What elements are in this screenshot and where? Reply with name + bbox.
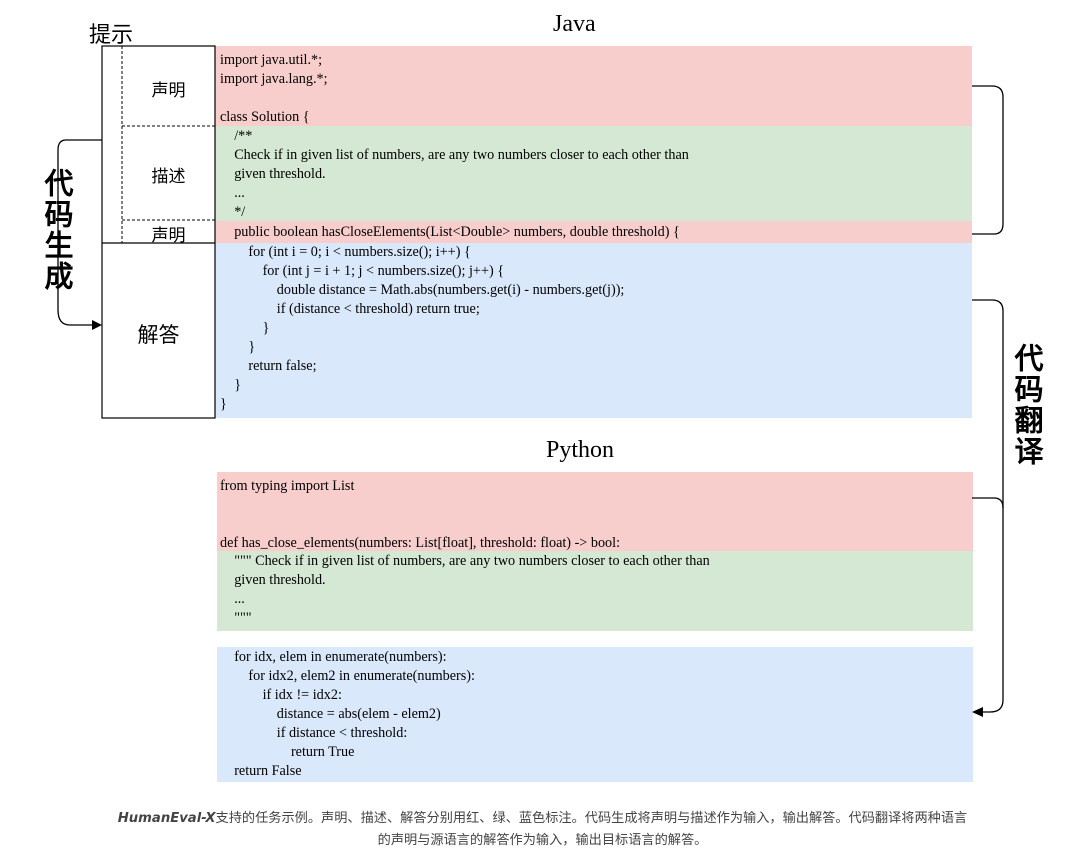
declaration-label-top: 声明 (151, 81, 186, 100)
caption-lead: HumanEval-X (117, 811, 216, 826)
figure-caption: HumanEval-X支持的任务示例。声明、描述、解答分别用红、绿、蓝色标注。代… (0, 808, 1085, 852)
solution-label: 解答 (137, 323, 180, 347)
code-translation-label: 代码翻译 (1010, 343, 1044, 467)
declaration-label-bottom: 声明 (151, 226, 186, 245)
code-generation-label: 代码生成 (40, 168, 74, 292)
description-label: 描述 (151, 167, 186, 186)
caption-line2: 的声明与源语言的解答作为输入，输出目标语言的解答。 (377, 833, 708, 848)
diagram-lines (57, 45, 1004, 717)
caption-line1: 支持的任务示例。声明、描述、解答分别用红、绿、蓝色标注。代码生成将声明与描述作为… (215, 811, 968, 826)
